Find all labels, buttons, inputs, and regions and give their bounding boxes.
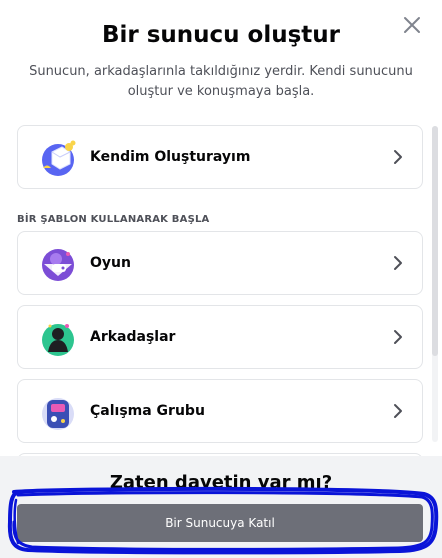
modal-title: Bir sunucu oluştur (101, 22, 341, 48)
template-option-friends[interactable]: Arkadaşlar (17, 305, 423, 369)
chevron-right-icon (394, 330, 402, 344)
chevron-right-icon (394, 404, 402, 418)
modal-subtitle: Sunucun, arkadaşlarınla takıldığınız yer… (29, 64, 413, 99)
friends-icon (42, 324, 74, 356)
join-server-button[interactable]: Bir Sunucuya Katıl (17, 504, 423, 542)
create-own-label: Kendim Oluşturayım (90, 149, 251, 165)
template-option-study-group[interactable]: Çalışma Grubu (17, 379, 423, 443)
gaming-icon (42, 249, 74, 281)
footer-title: Zaten davetin var mı? (109, 472, 333, 493)
modal-footer: Zaten davetin var mı? Bir Sunucuya Katıl (0, 456, 442, 558)
template-label-friends: Arkadaşlar (90, 329, 176, 345)
options-list: Kendim Oluşturayım BİR ŞABLON KULLANARAK… (0, 118, 442, 456)
template-section-header: BİR ŞABLON KULLANARAK BAŞLA (17, 214, 210, 225)
template-label-gaming: Oyun (90, 255, 131, 271)
scrollbar-thumb[interactable] (432, 126, 438, 356)
create-server-icon (42, 140, 76, 176)
scrollbar[interactable] (432, 126, 438, 442)
create-own-option[interactable]: Kendim Oluşturayım (17, 125, 423, 189)
study-group-icon (42, 398, 74, 430)
chevron-right-icon (394, 150, 402, 164)
template-option-gaming[interactable]: Oyun (17, 231, 423, 295)
create-server-modal: Bir sunucu oluştur Sunucun, arkadaşların… (0, 0, 442, 558)
chevron-right-icon (394, 256, 402, 270)
template-label-study-group: Çalışma Grubu (90, 403, 205, 419)
